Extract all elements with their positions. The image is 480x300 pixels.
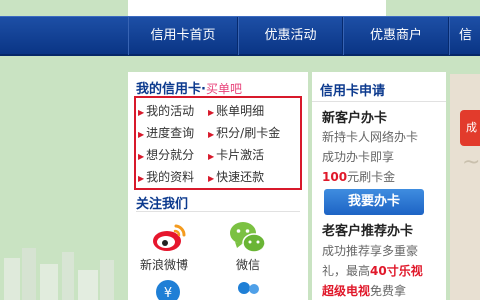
my-card-title: 我的信用卡·买单吧 [136, 78, 242, 97]
new-customer-reward: 100元刷卡金 [322, 168, 395, 185]
reward-suffix: 元刷卡金 [347, 170, 396, 184]
arrow-icon: ▶ [138, 152, 145, 161]
link-installments[interactable]: ▶ 想分就分 [138, 146, 194, 163]
apply-card-button[interactable]: 我要办卡 [324, 189, 424, 215]
arrow-icon: ▶ [208, 130, 215, 139]
people-service-icon[interactable] [232, 276, 264, 300]
link-label: 账单明细 [216, 104, 265, 118]
wechat-label[interactable]: 微信 [236, 256, 260, 273]
referral-line2: 礼，最高40寸乐视 [322, 262, 423, 279]
referral-line3: 超级电视免费拿 [322, 282, 406, 299]
link-quick-repayment[interactable]: ▶ 快速还款 [208, 168, 264, 185]
wechat-icon[interactable] [228, 218, 266, 256]
link-my-profile[interactable]: ▶ 我的资料 [138, 168, 194, 185]
referral-tv-name: 超级电视 [322, 284, 371, 298]
svg-text:¥: ¥ [164, 286, 172, 300]
my-credit-card-panel: 我的信用卡·买单吧 ▶ 我的活动 ▶ 账单明细 ▶ 进度查询 ▶ 积分/刷卡金 ▶ 想分就… [128, 72, 308, 300]
yuan-service-icon[interactable]: ¥ [152, 276, 184, 300]
application-title: 信用卡申请 [320, 84, 386, 99]
follow-us-title: 关注我们 [136, 197, 189, 212]
nav-credit-card-home[interactable]: 信用卡首页 [128, 17, 238, 55]
link-label: 想分就分 [146, 148, 195, 162]
new-customer-line1: 新持卡人网络办卡 [322, 130, 419, 144]
referral-heading: 老客户推荐办卡 [322, 224, 414, 239]
maidan-ba-link[interactable]: 买单吧 [206, 82, 242, 96]
side-banner-decoration: ~ [462, 150, 480, 175]
city-skyline-illustration [4, 248, 114, 300]
arrow-icon: ▶ [208, 108, 215, 117]
link-label: 我的活动 [146, 104, 195, 118]
link-label: 积分/刷卡金 [216, 126, 281, 140]
link-progress-query[interactable]: ▶ 进度查询 [138, 124, 194, 141]
credit-card-application-panel: 信用卡申请 新客户办卡 新持卡人网络办卡 成功办卡即享 100元刷卡金 我要办卡… [312, 72, 446, 300]
new-customer-heading: 新客户办卡 [322, 111, 388, 126]
weibo-label[interactable]: 新浪微博 [140, 256, 188, 273]
link-points-card-credit[interactable]: ▶ 积分/刷卡金 [208, 124, 280, 141]
referral-line2-prefix: 礼，最高 [322, 264, 371, 278]
weibo-icon[interactable] [150, 218, 188, 256]
link-my-activities[interactable]: ▶ 我的活动 [138, 102, 194, 119]
reward-amount: 100 [322, 170, 348, 184]
nav-promotions[interactable]: 优惠活动 [238, 17, 343, 55]
link-label: 快速还款 [216, 170, 265, 184]
arrow-icon: ▶ [138, 174, 145, 183]
referral-tv-size: 40寸乐视 [370, 264, 423, 278]
top-header-strip [128, 0, 386, 16]
arrow-icon: ▶ [138, 108, 145, 117]
side-banner[interactable] [450, 74, 480, 300]
nav-item-partial[interactable]: 信 [449, 17, 480, 55]
link-label: 进度查询 [146, 126, 195, 140]
new-customer-line2: 成功办卡即享 [322, 150, 395, 164]
my-card-title-text: 我的信用卡 [136, 82, 202, 97]
arrow-icon: ▶ [138, 130, 145, 139]
referral-line3-suffix: 免费拿 [370, 284, 407, 298]
main-navbar: 信用卡首页 优惠活动 优惠商户 信 [0, 16, 480, 56]
referral-line1: 成功推荐享多重豪 [322, 244, 419, 258]
link-bill-details[interactable]: ▶ 账单明细 [208, 102, 264, 119]
arrow-icon: ▶ [208, 152, 215, 161]
divider [312, 101, 446, 102]
nav-merchants[interactable]: 优惠商户 [343, 17, 449, 55]
arrow-icon: ▶ [208, 174, 215, 183]
divider [136, 211, 300, 212]
link-card-activation[interactable]: ▶ 卡片激活 [208, 146, 264, 163]
side-banner-badge[interactable]: 成 [460, 110, 480, 146]
link-label: 卡片激活 [216, 148, 265, 162]
link-label: 我的资料 [146, 170, 195, 184]
